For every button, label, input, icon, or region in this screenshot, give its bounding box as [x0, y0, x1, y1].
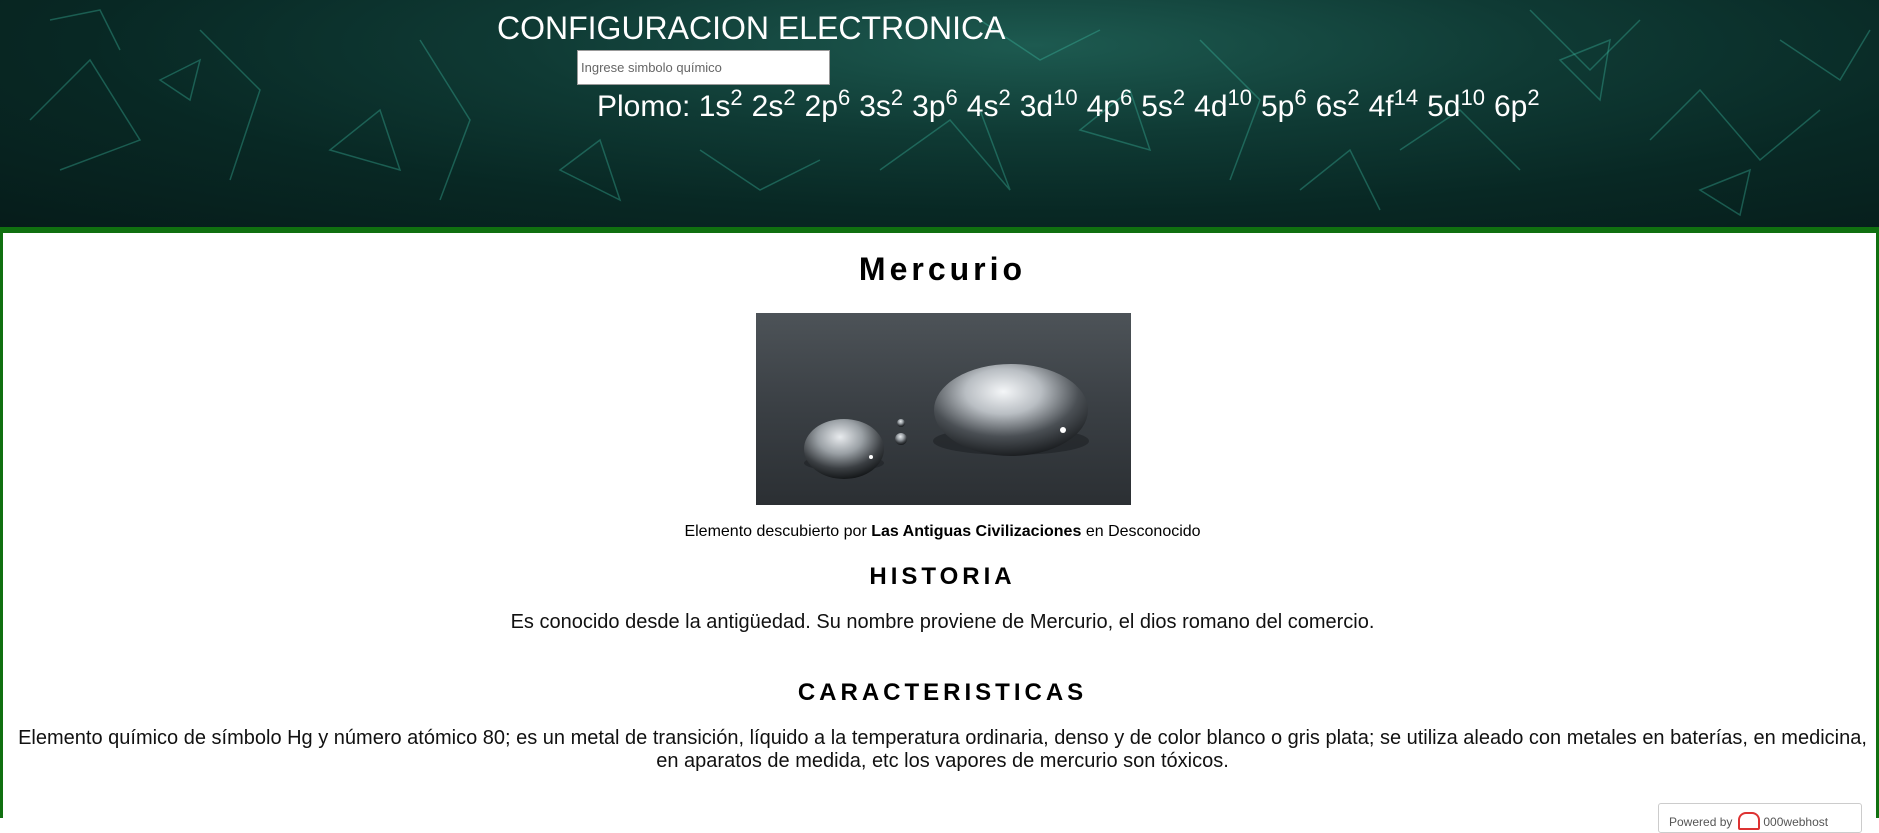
orbital-electrons: 2: [730, 85, 743, 110]
orbital-electrons: 10: [1227, 85, 1252, 110]
orbital-electrons: 10: [1053, 85, 1078, 110]
config-element-label: Plomo:: [597, 90, 691, 123]
discovery-info: Elemento descubierto por Las Antiguas Ci…: [3, 523, 1879, 541]
orbital-name: 1s: [698, 90, 731, 123]
orbital-4p: 4p6: [1086, 87, 1133, 124]
discovered-mid: en: [1085, 523, 1104, 540]
orbital-name: 5s: [1141, 90, 1173, 123]
element-detail: Mercurio Elemento descubierto por Las An…: [0, 233, 1879, 818]
orbital-electrons: 2: [1527, 85, 1540, 110]
powered-by-badge[interactable]: Powered by 000webhost: [1658, 803, 1862, 833]
orbital-list: 1s2 2s2 2p6 3s2 3p6 4s2 3d10 4p6 5s2 4d10 5p6 6s2 4f…: [698, 87, 1549, 124]
orbital-electrons: 10: [1460, 85, 1485, 110]
orbital-electrons: 2: [783, 85, 796, 110]
page-header: CONFIGURACION ELECTRONICA Plomo: 1s22s22…: [0, 0, 1879, 233]
orbital-5d: 5d10: [1427, 87, 1485, 124]
discovered-prefix: Elemento descubierto por: [684, 523, 867, 540]
orbital-4f: 4f14: [1368, 87, 1419, 124]
orbital-name: 4p: [1086, 90, 1120, 123]
orbital-1s: 1s2: [698, 87, 743, 124]
orbital-2s: 2s2: [751, 87, 796, 124]
webhost-logo-icon: [1738, 812, 1761, 830]
orbital-electrons: 6: [1119, 85, 1133, 110]
orbital-6s: 6s2: [1315, 87, 1360, 124]
orbital-name: 2s: [751, 90, 784, 123]
orbital-name: 2p: [804, 90, 838, 123]
orbital-electrons: 6: [837, 85, 851, 110]
orbital-name: 4s: [966, 90, 999, 123]
orbital-electrons: 2: [1347, 85, 1360, 110]
host-name: 000webhost: [1763, 815, 1829, 829]
orbital-electrons: 6: [945, 85, 958, 110]
discovered-by: Las Antiguas Civilizaciones: [871, 523, 1082, 540]
orbital-3s: 3s2: [859, 87, 903, 124]
orbital-electrons: 2: [1172, 85, 1186, 110]
powered-by-label: Powered by: [1669, 815, 1733, 829]
mercury-droplets-image: [804, 364, 1089, 479]
orbital-electrons: 2: [998, 85, 1011, 110]
orbital-5p: 5p6: [1261, 87, 1307, 124]
page-title: CONFIGURACION ELECTRONICA: [497, 10, 1006, 46]
orbital-name: 4f: [1368, 90, 1394, 123]
orbital-electrons: 14: [1393, 85, 1419, 110]
orbital-electrons: 2: [890, 85, 904, 110]
orbital-name: 3s: [859, 90, 891, 123]
orbital-2p: 2p6: [804, 87, 851, 124]
orbital-name: 5d: [1427, 90, 1461, 123]
orbital-3d: 3d10: [1019, 87, 1078, 124]
history-text: Es conocido desde la antigüedad. Su nomb…: [510, 611, 1375, 633]
orbital-name: 6s: [1315, 90, 1348, 123]
element-photo: [756, 313, 1131, 505]
orbital-3p: 3p6: [912, 87, 958, 124]
element-name: Mercurio: [858, 251, 1027, 287]
orbital-4s: 4s2: [966, 87, 1011, 124]
chemical-symbol-search-input[interactable]: [577, 50, 830, 85]
orbital-6p: 6p2: [1493, 87, 1540, 124]
orbital-name: 3d: [1019, 90, 1054, 123]
electron-configuration: Plomo: 1s2 2s2 2p6 3s2 3p6 4s2 3d10 4p6 5s2 4d10 5…: [597, 87, 1549, 127]
history-heading: HISTORIA: [869, 563, 1016, 590]
orbital-name: 3p: [912, 90, 946, 123]
orbital-4d: 4d10: [1194, 87, 1252, 124]
characteristics-heading: CARACTERISTICAS: [797, 679, 1088, 706]
orbital-electrons: 6: [1294, 85, 1307, 110]
orbital-name: 6p: [1493, 90, 1528, 123]
orbital-name: 4d: [1194, 90, 1228, 123]
orbital-5s: 5s2: [1141, 87, 1185, 124]
discovered-when: Desconocido: [1108, 523, 1201, 540]
characteristics-text: Elemento químico de símbolo Hg y número …: [18, 727, 1867, 772]
orbital-name: 5p: [1261, 90, 1295, 123]
